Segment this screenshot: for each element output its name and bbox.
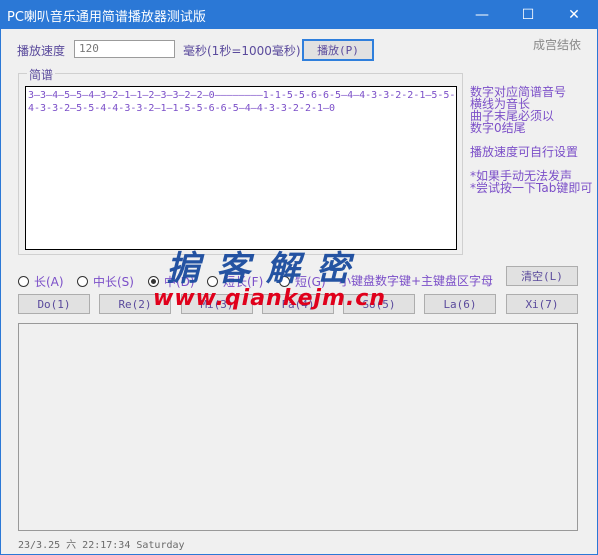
- note-xi-button[interactable]: Xi(7): [506, 294, 578, 314]
- close-button[interactable]: ✕: [551, 1, 597, 29]
- duration-long-radio[interactable]: 长(A): [18, 273, 64, 290]
- minimize-button[interactable]: —: [459, 1, 505, 29]
- radio-circle: [18, 276, 29, 287]
- help-line-7: *尝试按一下Tab键即可: [470, 181, 593, 195]
- speed-input[interactable]: 120: [74, 40, 175, 58]
- title-bar[interactable]: PC喇叭音乐通用简谱播放器测试版 — ☐ ✕: [1, 1, 597, 29]
- author-label: 成宫结依: [533, 38, 582, 52]
- radio-circle: [77, 276, 88, 287]
- window-title: PC喇叭音乐通用简谱播放器测试版: [7, 10, 206, 25]
- watermark-url: www.qiankejm.cn: [153, 286, 387, 311]
- speed-unit-label: 毫秒(1秒=1000毫秒): [183, 44, 301, 58]
- note-do-button[interactable]: Do(1): [18, 294, 90, 314]
- duration-mid-long-label: 中长(S): [93, 275, 134, 289]
- app-window: PC喇叭音乐通用简谱播放器测试版 — ☐ ✕ 播放速度 120 毫秒(1秒=10…: [0, 0, 598, 555]
- score-text: 3—3—4—5—5—4—3—2—1—1—2—3—3—2—2—0————————1…: [28, 90, 456, 114]
- score-group: 简谱 3—3—4—5—5—4—3—2—1—1—2—3—3—2—2—0——————…: [18, 66, 463, 255]
- play-button[interactable]: 播放(P): [302, 39, 374, 61]
- score-textarea[interactable]: 3—3—4—5—5—4—3—2—1—1—2—3—3—2—2—0————————1…: [25, 86, 457, 250]
- maximize-button[interactable]: ☐: [505, 1, 551, 29]
- note-la-button[interactable]: La(6): [424, 294, 496, 314]
- duration-mid-long-radio[interactable]: 中长(S): [77, 273, 134, 290]
- watermark-cn: 掮客解密: [166, 249, 366, 289]
- output-panel[interactable]: [18, 323, 578, 531]
- help-line-5: 播放速度可自行设置: [470, 145, 579, 159]
- duration-long-label: 长(A): [34, 275, 64, 289]
- status-datetime: 23/3.25 六 22:17:34 Saturday: [18, 540, 185, 551]
- clear-button[interactable]: 清空(L): [506, 266, 578, 286]
- help-line-4: 数字0结尾: [470, 121, 526, 135]
- speed-label: 播放速度: [17, 44, 66, 58]
- score-group-legend: 简谱: [27, 66, 56, 83]
